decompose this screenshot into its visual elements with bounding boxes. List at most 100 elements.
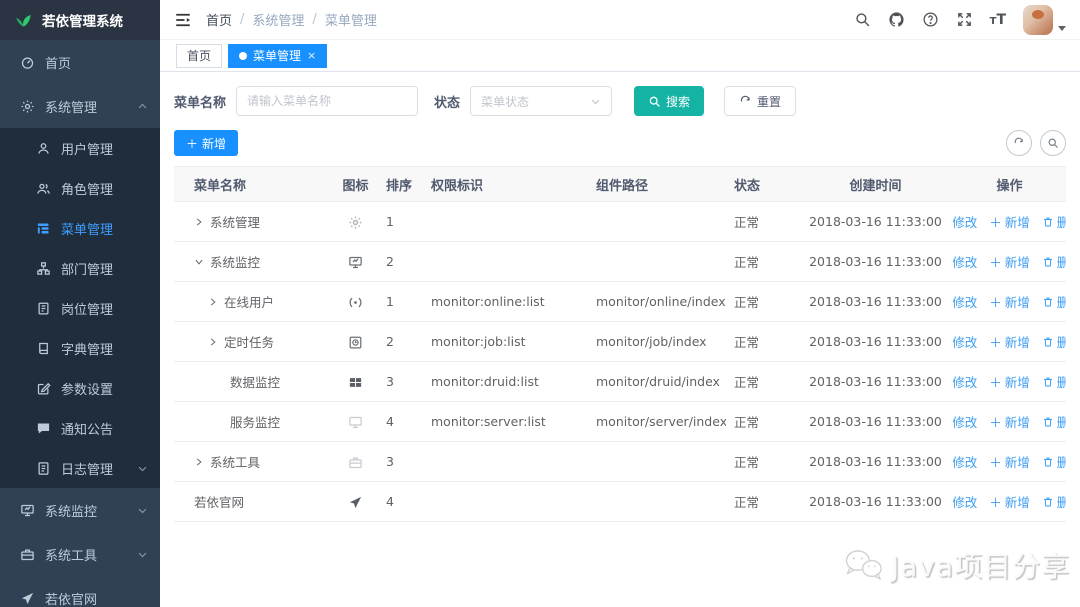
status-text: 正常 [726, 372, 798, 391]
expand-icon[interactable] [208, 337, 218, 347]
page-content: 菜单名称 状态 菜单状态 搜索 重置 ＋ [160, 72, 1080, 607]
sidebar-item-notice[interactable]: 通知公告 [0, 408, 160, 448]
sidebar-item-dict[interactable]: 字典管理 [0, 328, 160, 368]
sidebar-item-posts[interactable]: 岗位管理 [0, 288, 160, 328]
tree-icon [36, 261, 51, 276]
sidebar-item-logs[interactable]: 日志管理 [0, 448, 160, 488]
sidebar-item-home[interactable]: 首页 [0, 40, 160, 84]
delete-link[interactable]: 删除 [1042, 492, 1066, 511]
app-window: 若依管理系统 首页 系统管理 用户管理 角色管理 菜单管 [0, 0, 1080, 607]
user-menu[interactable] [1023, 5, 1066, 35]
sidebar-item-system[interactable]: 系统管理 [0, 84, 160, 128]
trash-icon [1042, 416, 1054, 428]
tab-menu-management[interactable]: 菜单管理 × [228, 44, 327, 68]
sidebar-collapse-icon[interactable] [174, 11, 192, 29]
table-row: 服务监控 4 monitor:server:list monitor/serve… [174, 402, 1066, 442]
menu-table: 菜单名称 图标 排序 权限标识 组件路径 状态 创建时间 操作 系统管理 1 [174, 166, 1066, 522]
refresh-table-button[interactable] [1006, 130, 1032, 156]
delete-link[interactable]: 删除 [1042, 372, 1066, 391]
github-icon[interactable] [888, 11, 905, 28]
tags-view-bar: 首页 菜单管理 × [160, 40, 1080, 72]
add-link[interactable]: ＋新增 [989, 412, 1030, 431]
sidebar-item-users[interactable]: 用户管理 [0, 128, 160, 168]
log-icon [36, 461, 51, 476]
sidebar-item-website[interactable]: 若依官网 [0, 576, 160, 607]
expand-icon[interactable] [194, 217, 204, 227]
dict-icon [36, 341, 51, 356]
job-icon [348, 335, 363, 350]
edit-link[interactable]: 修改 [953, 212, 977, 231]
app-title: 若依管理系统 [42, 10, 123, 30]
sidebar-item-tools[interactable]: 系统工具 [0, 532, 160, 576]
add-link[interactable]: ＋新增 [989, 332, 1030, 351]
tool-icon [20, 547, 35, 562]
sidebar-item-menus[interactable]: 菜单管理 [0, 208, 160, 248]
trash-icon [1042, 216, 1054, 228]
edit-link[interactable]: 修改 [953, 252, 977, 271]
add-link[interactable]: ＋新增 [989, 372, 1030, 391]
user-icon [36, 141, 51, 156]
app-logo: 若依管理系统 [0, 0, 160, 40]
add-link[interactable]: ＋新增 [989, 212, 1030, 231]
collapse-icon[interactable] [194, 257, 204, 267]
avatar[interactable] [1023, 5, 1053, 35]
search-icon[interactable] [854, 11, 871, 28]
edit-icon [36, 381, 51, 396]
sidebar-item-monitor[interactable]: 系统监控 [0, 488, 160, 532]
add-button[interactable]: ＋ 新增 [174, 130, 238, 156]
search-form: 菜单名称 状态 菜单状态 搜索 重置 [174, 86, 1066, 116]
delete-link[interactable]: 删除 [1042, 252, 1066, 271]
close-icon[interactable]: × [307, 50, 316, 61]
expand-icon[interactable] [194, 457, 204, 467]
table-header: 菜单名称 图标 排序 权限标识 组件路径 状态 创建时间 操作 [174, 166, 1066, 202]
watermark: Java项目分享 [843, 545, 1070, 585]
chevron-up-icon [137, 101, 148, 112]
add-link[interactable]: ＋新增 [989, 452, 1030, 471]
sidebar-item-config[interactable]: 参数设置 [0, 368, 160, 408]
edit-link[interactable]: 修改 [953, 452, 977, 471]
font-size-icon[interactable]: TT [990, 12, 1006, 28]
delete-link[interactable]: 删除 [1042, 412, 1066, 431]
table-toolbar: ＋ 新增 [174, 130, 1066, 156]
edit-link[interactable]: 修改 [953, 492, 977, 511]
add-link[interactable]: ＋新增 [989, 252, 1030, 271]
tree-table-icon [36, 221, 51, 236]
fullscreen-icon[interactable] [956, 11, 973, 28]
top-navbar: 首页 / 系统管理 / 菜单管理 TT [160, 0, 1080, 40]
breadcrumb-system[interactable]: 系统管理 [252, 10, 304, 29]
delete-link[interactable]: 删除 [1042, 212, 1066, 231]
breadcrumb: 首页 / 系统管理 / 菜单管理 [206, 10, 377, 29]
edit-link[interactable]: 修改 [953, 332, 977, 351]
question-icon[interactable] [922, 11, 939, 28]
menu-name-input[interactable] [236, 86, 418, 116]
delete-link[interactable]: 删除 [1042, 332, 1066, 351]
edit-link[interactable]: 修改 [953, 292, 977, 311]
edit-link[interactable]: 修改 [953, 412, 977, 431]
reset-button[interactable]: 重置 [724, 86, 796, 116]
toggle-search-button[interactable] [1040, 130, 1066, 156]
watermark-text: Java项目分享 [891, 545, 1070, 585]
delete-link[interactable]: 删除 [1042, 292, 1066, 311]
gear-icon [20, 99, 35, 114]
add-link[interactable]: ＋新增 [989, 492, 1030, 511]
wechat-icon [843, 547, 885, 583]
status-text: 正常 [726, 292, 798, 311]
breadcrumb-home[interactable]: 首页 [206, 10, 232, 29]
add-link[interactable]: ＋新增 [989, 292, 1030, 311]
table-row: 定时任务 2 monitor:job:list monitor/job/inde… [174, 322, 1066, 362]
expand-icon[interactable] [208, 297, 218, 307]
sidebar-item-roles[interactable]: 角色管理 [0, 168, 160, 208]
delete-link[interactable]: 删除 [1042, 452, 1066, 471]
search-button[interactable]: 搜索 [634, 86, 704, 116]
monitor-icon [20, 503, 35, 518]
status-select[interactable]: 菜单状态 [470, 86, 612, 116]
peoples-icon [36, 181, 51, 196]
status-text: 正常 [726, 252, 798, 271]
active-dot-icon [239, 52, 247, 60]
tool-icon [348, 455, 363, 470]
sidebar-item-depts[interactable]: 部门管理 [0, 248, 160, 288]
tab-home[interactable]: 首页 [176, 44, 222, 68]
menu-name-label: 菜单名称 [174, 92, 226, 111]
server-icon [348, 415, 363, 430]
edit-link[interactable]: 修改 [953, 372, 977, 391]
